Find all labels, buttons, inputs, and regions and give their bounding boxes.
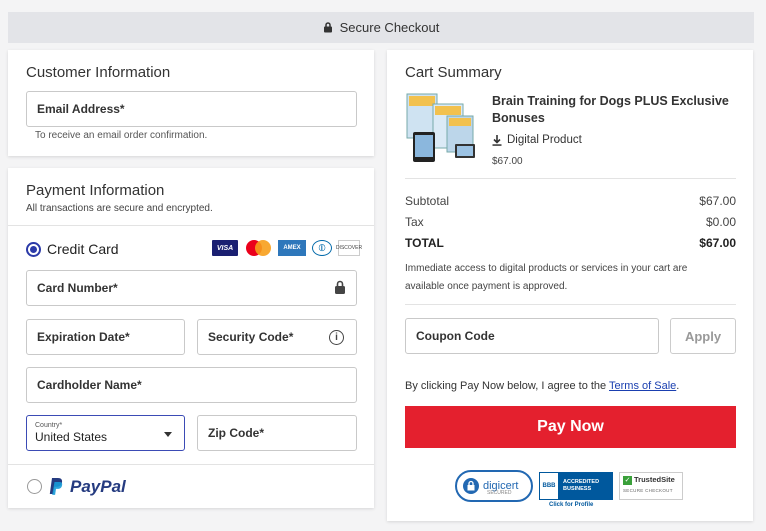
- zip-code-field[interactable]: Zip Code*: [197, 415, 357, 451]
- amex-icon: AMEX: [278, 240, 306, 256]
- total-row: TOTAL $67.00: [405, 236, 736, 250]
- chevron-down-icon: [164, 432, 172, 437]
- subtotal-label: Subtotal: [405, 194, 450, 208]
- email-field-label: Email Address*: [37, 102, 125, 116]
- country-label: Country*: [35, 422, 63, 429]
- product-title: Brain Training for Dogs PLUS Exclusive B…: [492, 94, 729, 125]
- divider: [405, 178, 736, 179]
- zip-code-label: Zip Code*: [208, 426, 264, 440]
- trustedsite-sub: SECURE CHECKOUT: [623, 488, 673, 493]
- bbb-text-1: ACCREDITED: [563, 479, 600, 485]
- paypal-label: PayPal: [70, 477, 126, 496]
- cardholder-name-field[interactable]: Cardholder Name*: [26, 367, 357, 403]
- lock-icon: [335, 280, 345, 294]
- paypal-logo[interactable]: PayPal: [48, 477, 126, 497]
- download-icon: [492, 134, 502, 146]
- total-value: $67.00: [699, 236, 736, 250]
- trustedsite-label: TrustedSite: [634, 475, 675, 484]
- card-number-label: Card Number*: [37, 281, 118, 295]
- paypal-radio[interactable]: [27, 479, 42, 494]
- card-number-field[interactable]: Card Number*: [26, 270, 357, 306]
- customer-information-title: Customer Information: [26, 64, 171, 81]
- payment-subtitle: All transactions are secure and encrypte…: [26, 203, 213, 214]
- total-label: TOTAL: [405, 236, 444, 250]
- country-value: United States: [35, 430, 108, 444]
- payment-information-title: Payment Information: [26, 182, 165, 199]
- visa-icon: VISA: [212, 240, 238, 256]
- coupon-code-label: Coupon Code: [416, 329, 495, 343]
- subtotal-row: Subtotal $67.00: [405, 194, 736, 208]
- customer-information-card: Customer Information Email Address* To r…: [8, 50, 374, 156]
- secure-checkout-title: Secure Checkout: [339, 20, 440, 35]
- trustedsite-badge[interactable]: ✓ TrustedSite SECURE CHECKOUT: [619, 472, 683, 500]
- bbb-logo: BBB: [539, 472, 559, 500]
- divider: [8, 225, 374, 226]
- info-icon[interactable]: i: [329, 329, 344, 345]
- terms-suffix: .: [676, 380, 680, 392]
- check-icon: ✓: [623, 476, 632, 485]
- expiration-date-label: Expiration Date*: [37, 330, 130, 344]
- discover-icon: DISCOVER: [336, 240, 362, 256]
- divider: [8, 464, 374, 465]
- expiration-date-field[interactable]: Expiration Date*: [26, 319, 185, 355]
- product-image: [406, 93, 475, 162]
- product-type: Digital Product: [492, 134, 582, 146]
- payment-information-card: Payment Information All transactions are…: [8, 168, 374, 508]
- coupon-code-field[interactable]: Coupon Code: [405, 318, 659, 354]
- tax-value: $0.00: [705, 215, 736, 229]
- tax-label: Tax: [405, 215, 424, 229]
- security-code-label: Security Code*: [208, 330, 294, 344]
- digicert-sub: SECURED: [487, 490, 512, 496]
- paypal-icon: [49, 478, 63, 495]
- secure-checkout-bar: Secure Checkout: [8, 12, 754, 43]
- tax-row: Tax $0.00: [405, 215, 736, 229]
- subtotal-value: $67.00: [699, 194, 736, 208]
- cart-summary-card: Cart Summary Brain Training for Dogs PLU…: [387, 50, 753, 521]
- credit-card-radio[interactable]: [26, 242, 41, 257]
- country-select[interactable]: Country* United States: [26, 415, 185, 451]
- email-field[interactable]: Email Address*: [26, 91, 357, 127]
- mastercard-icon: [244, 240, 272, 256]
- divider: [405, 304, 736, 305]
- apply-coupon-button[interactable]: Apply: [670, 318, 736, 354]
- digicert-badge[interactable]: digicert SECURED: [455, 470, 533, 502]
- access-note: Immediate access to digital products or …: [405, 263, 688, 292]
- credit-card-label: Credit Card: [47, 241, 119, 257]
- product-type-label: Digital Product: [507, 134, 582, 146]
- bbb-caption[interactable]: Click for Profile: [549, 502, 593, 508]
- bbb-badge[interactable]: BBB ACCREDITED BUSINESS: [539, 472, 613, 500]
- lock-icon: [323, 22, 332, 33]
- card-brands: VISA AMEX ⦶ DISCOVER: [212, 240, 362, 256]
- bbb-text-2: BUSINESS: [563, 486, 592, 492]
- product-price: $67.00: [492, 156, 523, 167]
- diners-icon: ⦶: [312, 240, 332, 256]
- terms-prefix: By clicking Pay Now below, I agree to th…: [405, 380, 610, 392]
- trust-badges: digicert SECURED BBB ACCREDITED BUSINESS…: [455, 470, 695, 510]
- pay-now-button[interactable]: Pay Now: [405, 406, 736, 448]
- email-hint: To receive an email order confirmation.: [35, 130, 208, 141]
- security-code-field[interactable]: Security Code* i: [197, 319, 357, 355]
- lock-icon: [463, 478, 479, 494]
- cardholder-name-label: Cardholder Name*: [37, 378, 142, 392]
- cart-summary-title: Cart Summary: [405, 64, 502, 81]
- terms-text: By clicking Pay Now below, I agree to th…: [405, 380, 679, 392]
- terms-of-sale-link[interactable]: Terms of Sale: [609, 380, 676, 392]
